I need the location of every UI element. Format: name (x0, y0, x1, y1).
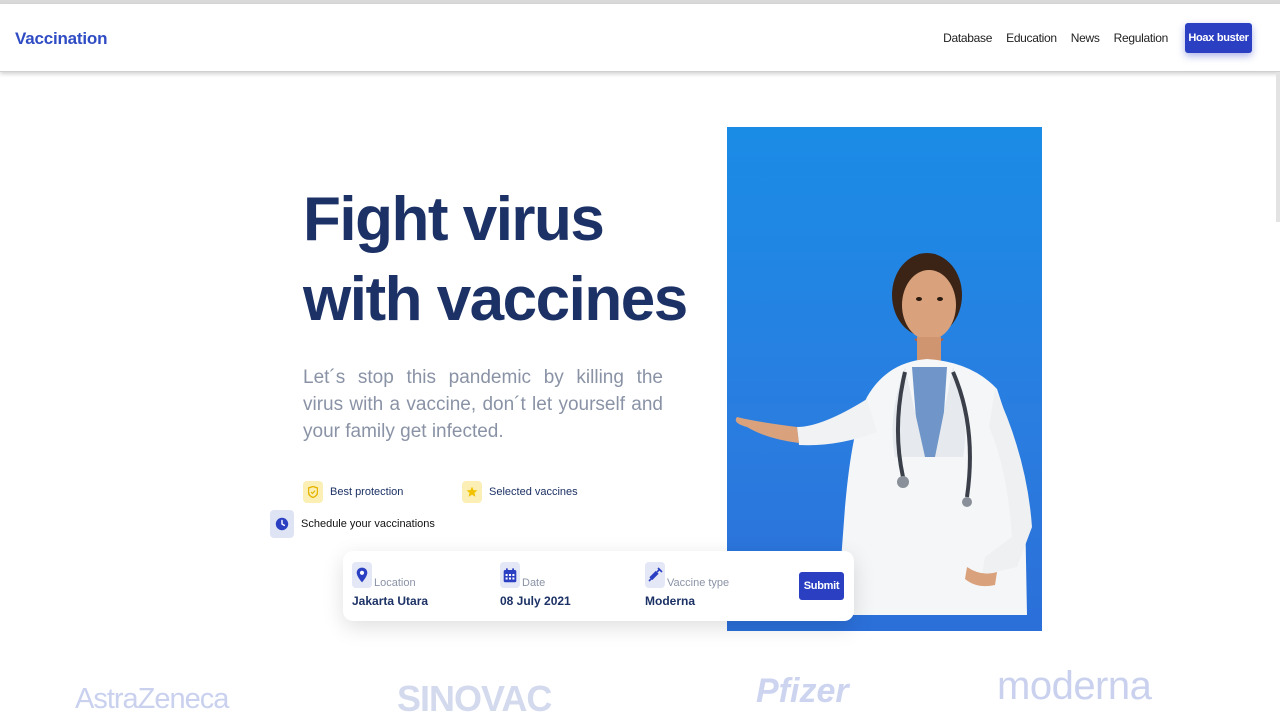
vaccine-type-value[interactable]: Moderna (645, 594, 695, 608)
syringe-icon (645, 562, 665, 588)
shield-icon (303, 481, 323, 503)
hero-title-line-1: Fight virus (303, 185, 605, 254)
clock-icon (270, 510, 294, 538)
feature-label: Best protection (330, 486, 404, 498)
partner-logo-astrazeneca: AstraZeneca (75, 683, 229, 715)
date-value[interactable]: 08 July 2021 (500, 594, 571, 608)
feature-selected-vaccines: Selected vaccines (462, 481, 578, 503)
nav-link-news[interactable]: News (1071, 31, 1100, 45)
feature-label: Selected vaccines (489, 486, 578, 498)
nav-link-regulation[interactable]: Regulation (1114, 31, 1169, 45)
feature-schedule-vaccinations: Schedule your vaccinations (270, 510, 435, 538)
scrollbar-thumb[interactable] (1276, 72, 1280, 222)
brand-logo[interactable]: Vaccination (15, 29, 107, 49)
nav-link-education[interactable]: Education (1006, 31, 1057, 45)
calendar-icon (500, 562, 520, 588)
partner-logo-moderna: moderna (997, 664, 1152, 708)
feature-best-protection: Best protection (303, 481, 403, 503)
hoax-buster-button[interactable]: Hoax buster (1185, 23, 1252, 53)
hero-title-line-2: with vaccines (303, 265, 688, 334)
booking-form: Location Jakarta Utara Date 08 July 2021… (343, 551, 854, 621)
partner-logo-pfizer: Pfizer (756, 672, 849, 710)
hero-title: Fight virus with vaccines (303, 180, 688, 340)
vaccine-type-label: Vaccine type (667, 577, 730, 589)
location-label: Location (374, 577, 416, 589)
nav-link-database[interactable]: Database (943, 31, 992, 45)
partner-logo-sinovac: SINOVAC (397, 678, 552, 719)
navbar: Vaccination Database Education News Regu… (0, 4, 1280, 72)
nav-links: Database Education News Regulation (943, 31, 1168, 45)
location-value[interactable]: Jakarta Utara (352, 594, 428, 608)
feature-label: Schedule your vaccinations (301, 518, 435, 530)
submit-button[interactable]: Submit (799, 572, 844, 600)
date-label: Date (522, 577, 546, 589)
hero-subtitle: Let´s stop this pandemic by killing the … (303, 367, 663, 442)
star-icon (462, 481, 482, 503)
map-pin-icon (352, 562, 372, 588)
